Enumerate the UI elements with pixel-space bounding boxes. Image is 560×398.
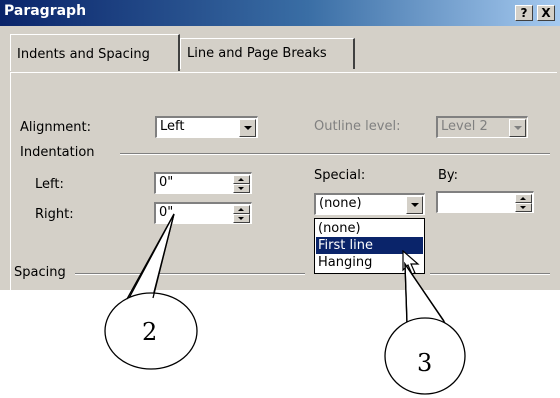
alignment-value: Left (160, 119, 185, 134)
group-divider (430, 273, 550, 275)
spacing-group-label: Spacing (14, 265, 66, 280)
mouse-cursor-icon (402, 250, 420, 275)
special-option-none[interactable]: (none) (316, 220, 423, 237)
tab-label: Line and Page Breaks (187, 46, 327, 61)
spinner-arrows-icon[interactable] (515, 194, 532, 212)
tab-panel (10, 72, 557, 290)
paragraph-dialog: Paragraph ? X Indents and Spacing Line a… (0, 0, 560, 290)
outline-level-select: Level 2 (436, 116, 528, 138)
indent-right-spinner[interactable]: 0" (154, 202, 252, 224)
title-bar: Paragraph ? X (0, 0, 560, 26)
by-label: By: (438, 168, 459, 183)
indentation-group-label: Indentation (20, 145, 95, 160)
chevron-down-icon (509, 119, 526, 137)
spinner-arrows-icon[interactable] (233, 175, 250, 193)
by-spinner[interactable] (436, 191, 534, 213)
close-button[interactable]: X (537, 5, 555, 21)
indent-right-value: 0" (159, 205, 174, 220)
callout-number-2: 2 (142, 318, 158, 346)
alignment-label: Alignment: (20, 120, 91, 135)
callout-number-3: 3 (417, 349, 433, 377)
indent-left-value: 0" (159, 175, 174, 190)
chevron-down-icon[interactable] (239, 119, 256, 137)
group-divider (120, 153, 550, 155)
dialog-title: Paragraph (4, 3, 87, 19)
indent-left-label: Left: (35, 177, 64, 192)
indent-right-label: Right: (35, 207, 74, 222)
special-select[interactable]: (none) (314, 193, 425, 215)
tab-indents-and-spacing[interactable]: Indents and Spacing (10, 34, 180, 71)
chevron-down-icon[interactable] (406, 196, 423, 214)
tab-label: Indents and Spacing (17, 47, 150, 62)
spinner-arrows-icon[interactable] (233, 205, 250, 223)
special-label: Special: (314, 168, 366, 183)
alignment-select[interactable]: Left (155, 116, 258, 138)
group-divider (75, 273, 305, 275)
outline-level-value: Level 2 (441, 119, 488, 134)
tab-line-and-page-breaks[interactable]: Line and Page Breaks (180, 38, 355, 69)
indent-left-spinner[interactable]: 0" (154, 172, 252, 194)
outline-level-label: Outline level: (314, 119, 401, 134)
special-value: (none) (319, 196, 362, 211)
help-button[interactable]: ? (515, 5, 533, 21)
